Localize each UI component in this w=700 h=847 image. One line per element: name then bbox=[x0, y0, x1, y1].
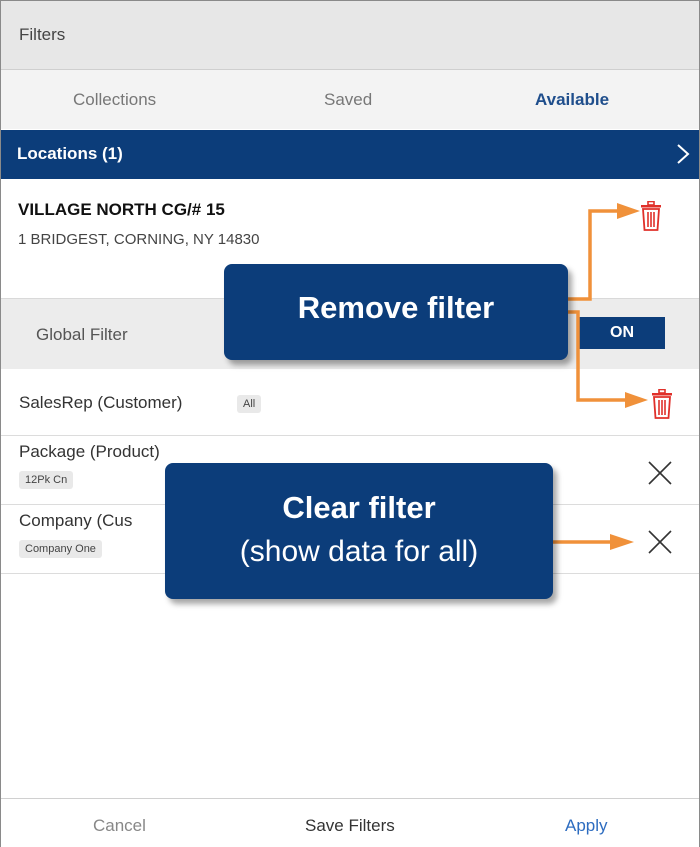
location-name: VILLAGE NORTH CG/# 15 bbox=[18, 200, 225, 219]
filter-value-chip: 12Pk Cn bbox=[19, 471, 74, 489]
apply-button[interactable]: Apply bbox=[565, 816, 608, 836]
remove-filter-callout: Remove filter bbox=[224, 264, 568, 360]
callout-title: Clear filter bbox=[282, 490, 436, 525]
filter-label: Company (Cus bbox=[19, 511, 133, 530]
cancel-button[interactable]: Cancel bbox=[93, 816, 146, 836]
callout-subtitle: (show data for all) bbox=[239, 535, 479, 568]
tab-saved[interactable]: Saved bbox=[324, 90, 372, 110]
tab-available[interactable]: Available bbox=[535, 90, 609, 110]
locations-title: Locations (1) bbox=[17, 144, 123, 163]
filter-label: SalesRep (Customer) bbox=[19, 393, 183, 412]
tab-collections[interactable]: Collections bbox=[73, 90, 156, 110]
panel-header: Filters bbox=[1, 1, 699, 70]
filter-value-chip: Company One bbox=[19, 540, 102, 558]
panel-footer: Cancel Save Filters Apply bbox=[1, 798, 699, 847]
filter-label: Package (Product) bbox=[19, 442, 160, 461]
location-address: 1 BRIDGEST, CORNING, NY 14830 bbox=[18, 231, 260, 248]
global-filter-label: Global Filter bbox=[36, 325, 128, 344]
close-icon[interactable] bbox=[647, 460, 673, 486]
chevron-right-icon[interactable] bbox=[673, 143, 693, 165]
callout-title: Remove filter bbox=[297, 290, 495, 325]
trash-icon[interactable] bbox=[640, 201, 662, 231]
close-icon[interactable] bbox=[647, 529, 673, 555]
filter-row-salesrep: SalesRep (Customer) All bbox=[1, 369, 699, 436]
filter-value-chip: All bbox=[237, 395, 262, 413]
locations-header[interactable]: Locations (1) bbox=[1, 130, 699, 179]
clear-filter-callout: Clear filter (show data for all) bbox=[165, 463, 553, 599]
panel-title: Filters bbox=[19, 25, 66, 44]
trash-icon[interactable] bbox=[651, 389, 673, 419]
tab-bar: Collections Saved Available bbox=[1, 70, 699, 129]
save-filters-button[interactable]: Save Filters bbox=[305, 816, 395, 836]
global-filter-toggle[interactable]: ON bbox=[579, 317, 665, 349]
